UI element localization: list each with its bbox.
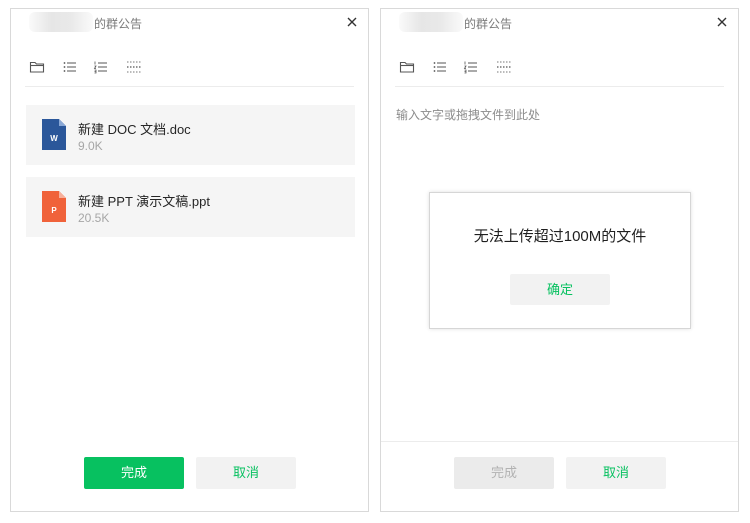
file-name: 新建 DOC 文档.doc <box>78 122 191 137</box>
dialog-message: 无法上传超过100M的文件 <box>473 228 647 245</box>
done-button[interactable]: 完成 <box>454 457 554 489</box>
divider-icon[interactable] <box>496 59 512 75</box>
file-size: 9.0K <box>78 139 103 153</box>
file-attachment[interactable]: P 新建 PPT 演示文稿.ppt 20.5K <box>26 177 355 237</box>
toolbar-separator <box>395 86 724 87</box>
group-name-blurred <box>399 12 463 32</box>
close-icon[interactable] <box>345 15 359 29</box>
footer-separator <box>381 441 738 442</box>
folder-icon[interactable] <box>399 59 415 75</box>
group-name-blurred <box>29 12 93 32</box>
editor-placeholder[interactable]: 输入文字或拖拽文件到此处 <box>396 106 540 123</box>
powerpoint-icon: P <box>42 191 66 222</box>
cancel-button[interactable]: 取消 <box>196 457 296 489</box>
toolbar-separator <box>25 86 354 87</box>
upload-limit-dialog: 无法上传超过100M的文件 确定 <box>429 192 691 329</box>
file-name: 新建 PPT 演示文稿.ppt <box>78 194 210 209</box>
file-attachment[interactable]: W 新建 DOC 文档.doc 9.0K <box>26 105 355 165</box>
svg-text:P: P <box>51 206 57 215</box>
panel-title: 的群公告 <box>464 17 513 31</box>
file-size: 20.5K <box>78 211 110 225</box>
divider-icon[interactable] <box>126 59 142 75</box>
confirm-button[interactable]: 确定 <box>510 274 610 305</box>
title-bar: 的群公告 <box>11 9 368 37</box>
folder-icon[interactable] <box>29 59 45 75</box>
word-doc-icon: W <box>42 119 66 150</box>
numbered-list-icon[interactable] <box>463 59 479 75</box>
done-button[interactable]: 完成 <box>84 457 184 489</box>
bulleted-list-icon[interactable] <box>432 59 448 75</box>
numbered-list-icon[interactable] <box>93 59 109 75</box>
svg-text:W: W <box>50 134 58 143</box>
title-bar: 的群公告 <box>381 9 738 37</box>
close-icon[interactable] <box>715 15 729 29</box>
panel-title: 的群公告 <box>94 17 143 31</box>
bulleted-list-icon[interactable] <box>62 59 78 75</box>
announcement-panel-left: 的群公告 W 新建 DOC 文档.doc 9.0K P 新建 PPT 演示文稿.… <box>10 8 369 512</box>
cancel-button[interactable]: 取消 <box>566 457 666 489</box>
